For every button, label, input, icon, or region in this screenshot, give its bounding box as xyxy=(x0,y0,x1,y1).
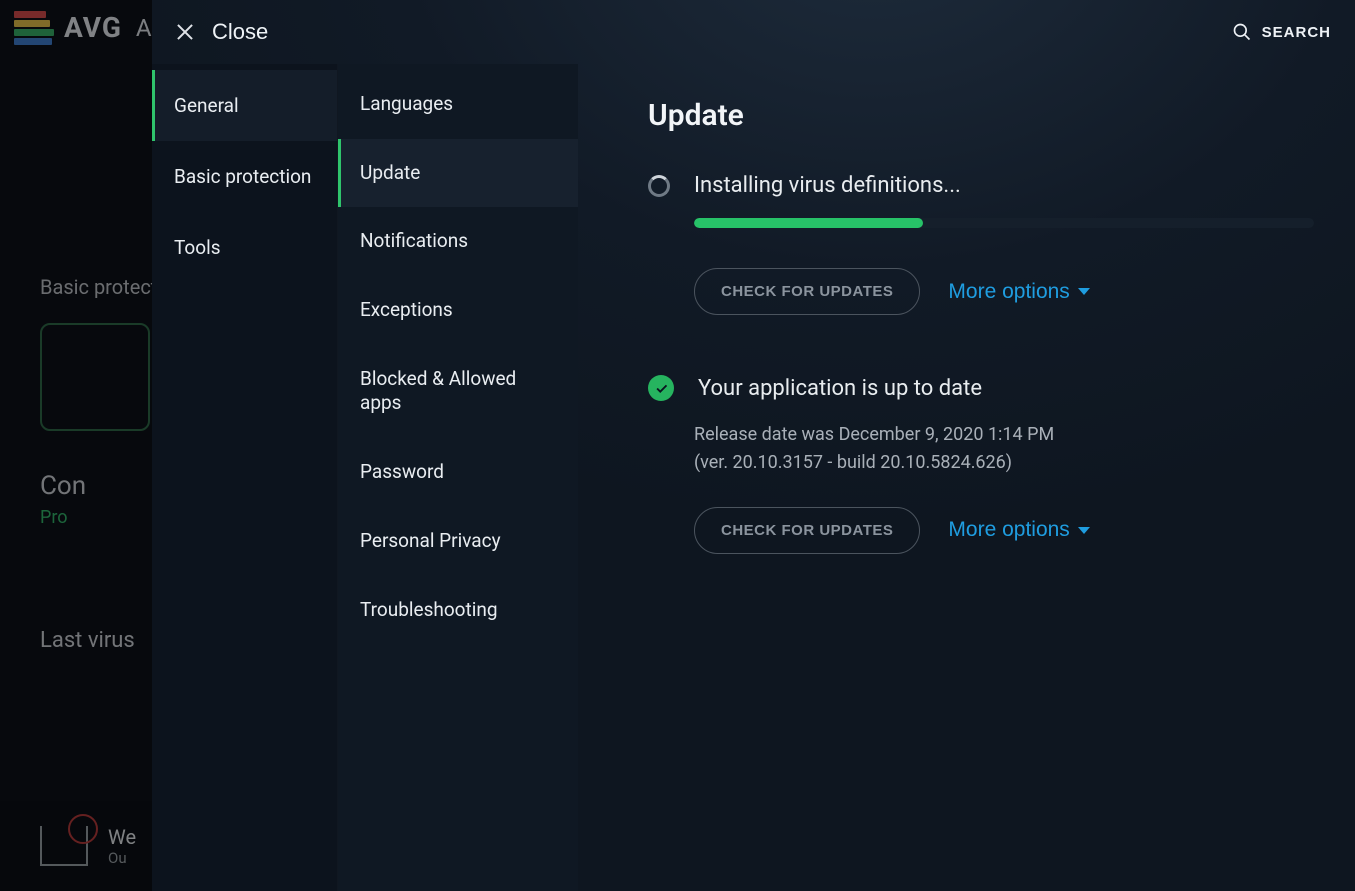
bg-brand-label: AVG xyxy=(64,11,122,44)
nav-secondary-exceptions[interactable]: Exceptions xyxy=(338,276,578,345)
nav-primary-general[interactable]: General xyxy=(152,70,337,141)
alert-icon xyxy=(40,826,88,866)
close-icon xyxy=(176,23,194,41)
nav-primary-label: Basic protection xyxy=(174,165,311,188)
bg-footer-sub: Ou xyxy=(108,849,136,867)
app-more-options-label: More options xyxy=(948,518,1069,542)
page-title: Update xyxy=(648,98,1307,133)
nav-secondary-troubleshooting[interactable]: Troubleshooting xyxy=(338,576,578,645)
nav-secondary-blocked-allowed[interactable]: Blocked & Allowed apps xyxy=(338,345,578,438)
search-icon xyxy=(1232,22,1252,42)
nav-secondary: Languages Update Notifications Exception… xyxy=(338,64,578,891)
nav-secondary-label: Personal Privacy xyxy=(360,529,501,552)
nav-secondary-label: Troubleshooting xyxy=(360,598,498,621)
check-icon xyxy=(648,375,674,401)
settings-body: General Basic protection Tools Languages… xyxy=(152,64,1355,891)
close-button-label: Close xyxy=(212,19,268,45)
nav-secondary-label: Languages xyxy=(360,92,453,115)
defs-check-updates-button[interactable]: CHECK FOR UPDATES xyxy=(694,268,920,315)
defs-status-text: Installing virus definitions... xyxy=(694,173,961,198)
defs-more-options-label: More options xyxy=(948,280,1069,304)
nav-secondary-label: Password xyxy=(360,460,444,483)
settings-topbar: Close SEARCH xyxy=(152,0,1355,64)
avg-logo-icon xyxy=(14,8,54,48)
defs-progress-fill xyxy=(694,218,923,228)
app-version-line: (ver. 20.10.3157 - build 20.10.5824.626) xyxy=(694,449,1307,477)
bg-protection-tile xyxy=(40,323,150,431)
settings-panel: Close SEARCH General Basic protection To… xyxy=(152,0,1355,891)
nav-secondary-update[interactable]: Update xyxy=(338,139,578,208)
app-status-text: Your application is up to date xyxy=(698,376,982,401)
nav-secondary-label: Update xyxy=(360,161,420,184)
application-update-block: Your application is up to date Release d… xyxy=(648,375,1307,554)
app-release-info: Release date was December 9, 2020 1:14 P… xyxy=(694,421,1307,477)
nav-primary-label: Tools xyxy=(174,236,221,259)
app-more-options-button[interactable]: More options xyxy=(948,518,1089,542)
search-button-label: SEARCH xyxy=(1262,24,1331,41)
app-check-updates-button[interactable]: CHECK FOR UPDATES xyxy=(694,507,920,554)
nav-primary: General Basic protection Tools xyxy=(152,64,338,891)
app-release-line: Release date was December 9, 2020 1:14 P… xyxy=(694,421,1307,449)
nav-secondary-personal-privacy[interactable]: Personal Privacy xyxy=(338,507,578,576)
defs-more-options-button[interactable]: More options xyxy=(948,280,1089,304)
chevron-down-icon xyxy=(1078,527,1090,534)
nav-primary-label: General xyxy=(174,94,239,117)
nav-secondary-languages[interactable]: Languages xyxy=(338,70,578,139)
nav-secondary-label: Notifications xyxy=(360,229,468,252)
nav-secondary-label: Blocked & Allowed apps xyxy=(360,367,516,415)
bg-footer-title: We xyxy=(108,825,136,849)
defs-progress-bar xyxy=(694,218,1314,228)
spinner-icon xyxy=(648,175,670,197)
content-pane: Update Installing virus definitions... C… xyxy=(578,64,1355,891)
nav-primary-tools[interactable]: Tools xyxy=(152,212,337,283)
nav-secondary-notifications[interactable]: Notifications xyxy=(338,207,578,276)
search-button[interactable]: SEARCH xyxy=(1232,22,1331,42)
virus-definitions-block: Installing virus definitions... CHECK FO… xyxy=(648,173,1307,315)
app-action-row: CHECK FOR UPDATES More options xyxy=(694,507,1307,554)
app-status-row: Your application is up to date xyxy=(648,375,1307,401)
defs-status-row: Installing virus definitions... xyxy=(648,173,1307,198)
defs-action-row: CHECK FOR UPDATES More options xyxy=(694,268,1307,315)
nav-primary-basic-protection[interactable]: Basic protection xyxy=(152,141,337,212)
close-button[interactable]: Close xyxy=(176,19,268,45)
chevron-down-icon xyxy=(1078,288,1090,295)
nav-secondary-label: Exceptions xyxy=(360,298,453,321)
nav-secondary-password[interactable]: Password xyxy=(338,438,578,507)
